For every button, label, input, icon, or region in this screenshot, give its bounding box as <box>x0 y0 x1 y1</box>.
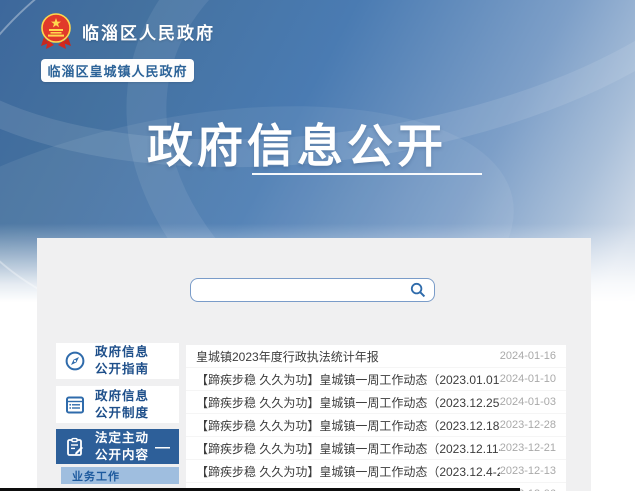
clipboard-pen-icon <box>65 437 85 457</box>
article-link[interactable]: 【蹄疾步稳 久久为功】皇城镇一周工作动态（2023.12.4-2023.12.1… <box>196 463 500 480</box>
list-item: 皇城镇2023年度行政执法统计年报 2024-01-16 <box>186 345 566 368</box>
list-item: 【蹄疾步稳 久久为功】皇城镇一周工作动态（2023.12.25-2023.12.… <box>186 391 566 414</box>
search-input[interactable] <box>191 279 408 301</box>
article-date: 2024-01-16 <box>500 350 556 362</box>
sidebar-item-statutory-disclosure[interactable]: 法定主动 公开内容 — <box>56 429 179 464</box>
article-link[interactable]: 【蹄疾步稳 久久为功】皇城镇一周工作动态（2023.12.11-2023.12.… <box>196 440 500 457</box>
page-title: 政府信息公开 <box>147 110 447 176</box>
search-bar <box>190 278 435 302</box>
sidebar-item-disclosure-guide[interactable]: 政府信息 公开指南 <box>56 343 179 379</box>
article-link[interactable]: 皇城镇2023年度行政执法统计年报 <box>196 348 379 365</box>
sidebar-subitem-business-work[interactable]: 业务工作 <box>61 467 179 484</box>
article-date: 2023-12-13 <box>500 465 556 477</box>
article-date: 2024-01-03 <box>500 396 556 408</box>
site-name: 临淄区人民政府 <box>82 19 215 44</box>
site-logo-link[interactable]: 临淄区人民政府 <box>40 13 215 50</box>
article-date: 2023-12-21 <box>500 442 556 454</box>
article-date: 2024-01-10 <box>500 373 556 385</box>
title-underline <box>252 173 482 175</box>
list-item: 【蹄疾步稳 久久为功】皇城镇一周工作动态（2023.12.11-2023.12.… <box>186 437 566 460</box>
list-item: 【蹄疾步稳 久久为功】皇城镇一周工作动态（2023.01.01-2023.01.… <box>186 368 566 391</box>
china-national-emblem-icon <box>40 13 72 50</box>
compass-icon <box>65 351 85 371</box>
document-list-icon <box>65 395 85 415</box>
sidebar-item-label: 法定主动 公开内容 <box>95 430 149 464</box>
sidebar-item-label: 政府信息 公开指南 <box>95 344 149 378</box>
collapse-minus-icon[interactable]: — <box>155 445 170 451</box>
list-item: 【蹄疾步稳 久久为功】皇城镇一周工作动态（2023.12.18-2023.12.… <box>186 414 566 437</box>
article-link[interactable]: 【蹄疾步稳 久久为功】皇城镇一周工作动态（2023.01.01-2023.01.… <box>196 371 500 388</box>
article-list: 皇城镇2023年度行政执法统计年报 2024-01-16 【蹄疾步稳 久久为功】… <box>186 345 566 491</box>
sub-site-tab[interactable]: 临淄区皇城镇人民政府 <box>41 59 194 82</box>
article-date: 2023-12-28 <box>500 419 556 431</box>
sidebar-item-disclosure-system[interactable]: 政府信息 公开制度 <box>56 386 179 423</box>
article-link[interactable]: 【蹄疾步稳 久久为功】皇城镇一周工作动态（2023.12.25-2023.12.… <box>196 394 500 411</box>
page: 临淄区人民政府 临淄区皇城镇人民政府 政府信息公开 <box>0 0 635 491</box>
sidebar-item-label: 政府信息 公开制度 <box>95 388 149 422</box>
list-item: 【蹄疾步稳 久久为功】皇城镇一周工作动态（2023.12.4-2023.12.1… <box>186 460 566 483</box>
content-panel: 政府信息 公开指南 政府信息 公开制度 <box>37 238 591 491</box>
search-button[interactable] <box>408 279 434 301</box>
search-icon <box>410 282 426 298</box>
article-link[interactable]: 【蹄疾步稳 久久为功】皇城镇一周工作动态（2023.12.18-2023.12.… <box>196 417 500 434</box>
